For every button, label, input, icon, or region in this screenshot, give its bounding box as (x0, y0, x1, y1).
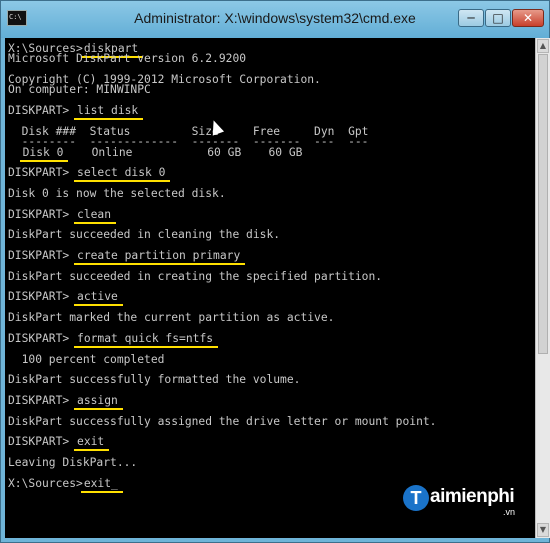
vertical-scrollbar[interactable]: ▲ ▼ (535, 38, 550, 538)
scroll-down-icon[interactable]: ▼ (537, 523, 549, 537)
highlighted-command: clean (77, 207, 112, 221)
close-button[interactable]: ✕ (512, 9, 544, 27)
console-line: DiskPart succeeded in creating the speci… (8, 269, 382, 285)
highlighted-command: create partition primary (77, 249, 241, 262)
console-line: 100 percent completed (8, 352, 165, 368)
console-line-text: DISKPART> (8, 393, 77, 407)
console-line: X:\Sources>exit_ (8, 476, 119, 492)
console-line-text: Leaving DiskPart... (8, 456, 138, 469)
scrollbar-thumb[interactable] (538, 54, 548, 354)
console-line-text: DiskPart successfully assigned the drive… (8, 414, 437, 428)
console-line-text: DISKPART> (8, 249, 77, 262)
console-line: DiskPart successfully formatted the volu… (8, 372, 300, 388)
cmd-window: C:\ Administrator: X:\windows\system32\c… (0, 0, 550, 543)
watermark-text: aimienphi (430, 486, 515, 507)
console-line-text: DISKPART> (8, 331, 77, 345)
console-line-text: Microsoft DiskPart version 6.2.9200 (8, 52, 247, 66)
console-line: DiskPart successfully assigned the drive… (8, 414, 436, 430)
console-line-text: DiskPart succeeded in creating the speci… (8, 269, 383, 283)
console-line-text: On computer: MINWINPC (8, 83, 151, 97)
highlighted-command: format quick fs=ntfs (77, 331, 214, 345)
minimize-button[interactable]: ─ (458, 9, 484, 27)
console-line-text: DISKPART> (8, 435, 77, 449)
console-line-text: DISKPART> (8, 104, 77, 118)
minimize-icon: ─ (467, 11, 475, 25)
watermark-logo: T aimienphi .vn (403, 483, 533, 523)
console-line-text: DiskPart marked the current partition as… (8, 311, 335, 325)
console-line: DiskPart succeeded in cleaning the disk. (8, 227, 280, 243)
console-output[interactable]: X:\Sources>diskpart Microsoft DiskPart ve… (5, 38, 535, 538)
watermark-glyph: T (403, 485, 429, 511)
console-line-text: DiskPart successfully formatted the volu… (8, 373, 301, 387)
console-line: DiskPart marked the current partition as… (8, 310, 334, 326)
console-line: Microsoft DiskPart version 6.2.9200 (8, 51, 246, 67)
console-line: DISKPART> active (8, 289, 119, 305)
console-line-text: DISKPART> (8, 290, 77, 304)
console-line-text: DiskPart succeeded in cleaning the disk. (8, 228, 281, 242)
console-line-text: Disk 0 is now the selected disk. (8, 186, 226, 200)
highlighted-command: assign (77, 393, 118, 407)
console-line: DISKPART> exit (8, 434, 105, 450)
console-line: Disk 0 is now the selected disk. (8, 186, 226, 202)
console-line: DISKPART> format quick fs=ntfs (8, 331, 214, 347)
maximize-button[interactable]: □ (485, 9, 511, 27)
highlighted-command: exit_ (83, 476, 118, 490)
console-line-text: DISKPART> (8, 166, 77, 180)
console-line: DISKPART> clean (8, 207, 112, 223)
highlighted-command: active (77, 290, 118, 304)
console-line: DISKPART> select disk 0 (8, 165, 166, 181)
console-line: DISKPART> assign (8, 393, 119, 409)
maximize-icon: □ (492, 11, 504, 25)
console-line: DISKPART> list disk (8, 103, 139, 119)
scroll-up-icon[interactable]: ▲ (537, 39, 549, 53)
console-line: Leaving DiskPart... (8, 455, 137, 471)
highlighted-command: Disk 0 (22, 145, 64, 159)
console-line-text (8, 146, 22, 159)
console-line: On computer: MINWINPC (8, 82, 151, 98)
close-icon: ✕ (522, 11, 534, 25)
console-line-text: 100 percent completed (8, 352, 165, 366)
watermark-suffix: .vn (503, 507, 516, 517)
console-line-rest: Online 60 GB 60 GB (64, 145, 303, 159)
highlighted-command: select disk 0 (77, 166, 166, 180)
console-line: DISKPART> create partition primary (8, 248, 241, 264)
console-line: Disk 0 Online 60 GB 60 GB (8, 145, 303, 161)
console-line-text: DISKPART> (8, 207, 77, 221)
highlighted-command: list disk (77, 104, 139, 118)
console-line-text: X:\Sources> (8, 476, 83, 490)
title-bar[interactable]: C:\ Administrator: X:\windows\system32\c… (1, 1, 549, 38)
highlighted-command: exit (77, 435, 105, 449)
